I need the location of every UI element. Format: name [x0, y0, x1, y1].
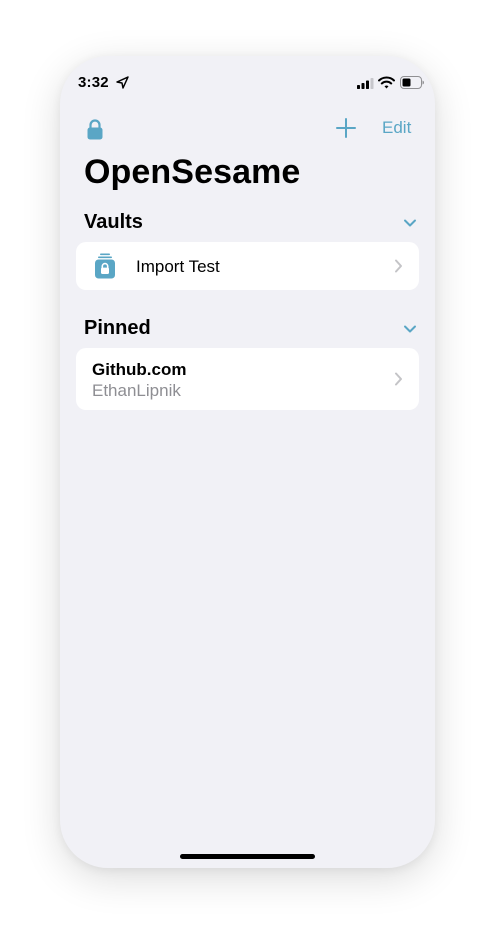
vault-row-import-test[interactable]: Import Test: [76, 242, 419, 290]
status-bar: 3:32: [60, 56, 435, 110]
vault-lock-icon: [95, 253, 115, 279]
chevron-down-icon[interactable]: [402, 323, 418, 335]
pinned-section-header: Pinned: [84, 317, 418, 343]
vault-label: Import Test: [136, 257, 220, 276]
lock-icon[interactable]: [84, 118, 106, 140]
add-icon[interactable]: [335, 117, 357, 139]
battery-icon: [400, 76, 424, 89]
wifi-icon: [378, 76, 395, 89]
home-indicator: [180, 854, 315, 859]
vaults-section-header: Vaults: [84, 211, 418, 237]
edit-button[interactable]: Edit: [382, 118, 411, 138]
pinned-section-title: Pinned: [84, 317, 151, 339]
pinned-row-github[interactable]: Github.com EthanLipnik: [76, 348, 419, 410]
status-time: 3:32: [78, 74, 109, 91]
pinned-item-subtitle: EthanLipnik: [92, 381, 181, 400]
chevron-right-icon: [395, 372, 402, 386]
page-title: OpenSesame: [84, 153, 301, 191]
chevron-right-icon: [395, 259, 402, 273]
vaults-section-title: Vaults: [84, 211, 143, 233]
cellular-signal-icon: [357, 78, 374, 89]
phone-screen: 3:32 Edit OpenSesame Vaults Import Test …: [60, 56, 435, 868]
location-arrow-icon: [116, 76, 129, 89]
pinned-item-title: Github.com: [92, 360, 187, 379]
chevron-down-icon[interactable]: [402, 217, 418, 229]
